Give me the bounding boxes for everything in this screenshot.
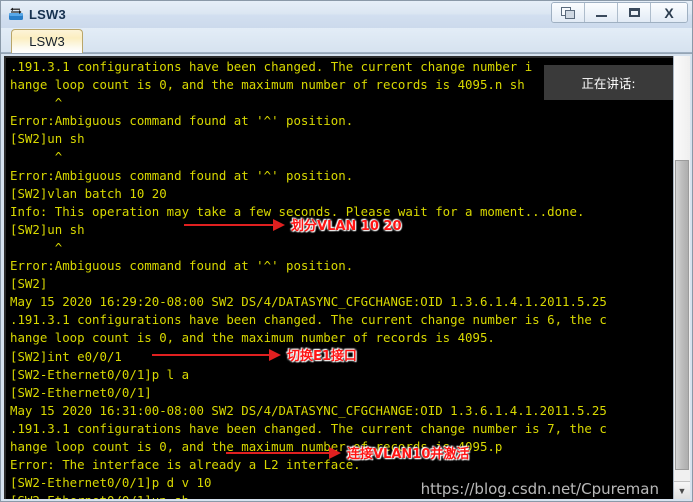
terminal-line: hange loop count is 0, and the maximum n… [10, 438, 503, 454]
terminal-line: Error:Ambiguous command found at '^' pos… [10, 113, 354, 129]
switch-icon [7, 7, 25, 23]
minimize-button[interactable] [585, 3, 618, 22]
terminal-line: Error:Ambiguous command found at '^' pos… [10, 258, 354, 274]
speaking-indicator-overlay: 正在讲话: [544, 65, 673, 100]
terminal-line: ^ [10, 239, 63, 255]
tab-strip: LSW3 [1, 28, 692, 54]
terminal-line: [SW2]un sh [10, 221, 85, 237]
terminal-area: .191.3.1 configurations have been change… [1, 54, 692, 501]
terminal-line: .191.3.1 configurations have been change… [10, 59, 533, 74]
terminal-line: [SW2]vlan batch 10 20 [10, 185, 167, 201]
close-button[interactable]: X [651, 3, 687, 22]
terminal-line: [SW2-Ethernet0/0/1]p l a [10, 366, 190, 382]
terminal-line: hange loop count is 0, and the maximum n… [10, 330, 495, 346]
terminal-line: [SW2-Ethernet0/0/1]p d v 10 [10, 475, 212, 491]
terminal-console[interactable]: .191.3.1 configurations have been change… [4, 56, 673, 499]
tab-label: LSW3 [29, 34, 65, 49]
terminal-line: Info: This operation may take a few seco… [10, 203, 585, 219]
terminal-line: [SW2] [10, 276, 48, 292]
restore-button[interactable] [552, 3, 585, 22]
terminal-line: [SW2-Ethernet0/0/1]un sh [10, 492, 607, 499]
terminal-line: May 15 2020 16:29:20-08:00 SW2 DS/4/DATA… [10, 294, 607, 310]
terminal-line: .191.3.1 configurations have been change… [10, 420, 607, 436]
speaking-label: 正在讲话: [581, 76, 636, 91]
minimize-icon [595, 15, 607, 17]
scrollbar-track[interactable] [674, 56, 690, 160]
terminal-output: .191.3.1 configurations have been change… [10, 58, 607, 499]
maximize-icon [628, 8, 640, 17]
scroll-down-arrow-icon[interactable]: ▼ [674, 481, 690, 499]
terminal-line: hange loop count is 0, and the maximum n… [10, 77, 525, 93]
restore-icon [560, 6, 576, 19]
terminal-line: [SW2-Ethernet0/0/1] [10, 384, 152, 400]
tab-lsw3[interactable]: LSW3 [11, 29, 83, 53]
terminal-line: ^ [10, 149, 63, 165]
vertical-scrollbar[interactable]: ▼ [673, 56, 690, 499]
terminal-line: Error:Ambiguous command found at '^' pos… [10, 167, 354, 183]
terminal-line: Error: The interface is already a L2 int… [10, 457, 361, 473]
terminal-line: [SW2]un sh [10, 131, 85, 147]
terminal-line: May 15 2020 16:31:00-08:00 SW2 DS/4/DATA… [10, 402, 607, 418]
application-window: LSW3 X LSW3 .191.3.1 configurations have… [0, 0, 693, 502]
terminal-line: .191.3.1 configurations have been change… [10, 312, 607, 328]
window-controls: X [551, 2, 688, 23]
terminal-line: ^ [10, 95, 63, 111]
scrollbar-thumb[interactable] [675, 160, 689, 470]
close-icon: X [664, 4, 674, 21]
maximize-button[interactable] [618, 3, 651, 22]
window-title: LSW3 [29, 7, 66, 22]
title-bar: LSW3 X [1, 1, 692, 28]
terminal-line: [SW2]int e0/0/1 [10, 348, 122, 364]
